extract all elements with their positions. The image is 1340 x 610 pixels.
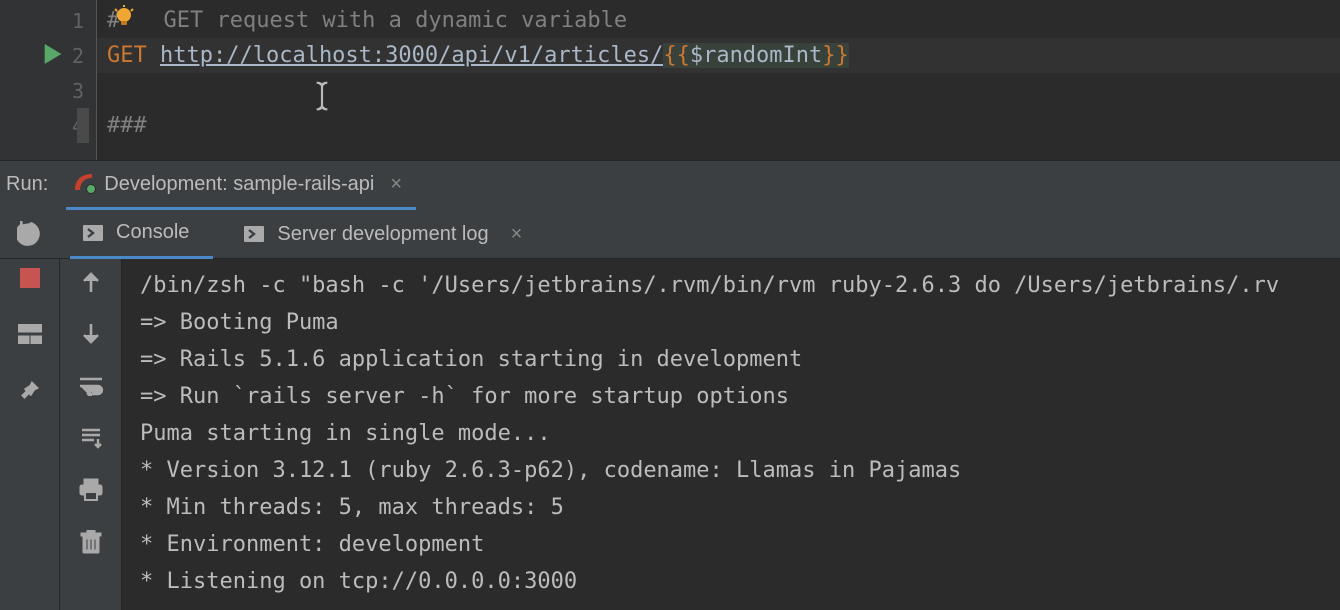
- rails-icon: [72, 170, 96, 200]
- line-number: 1: [72, 9, 84, 33]
- current-line-marker: [77, 108, 89, 143]
- layout-icon[interactable]: [15, 319, 45, 349]
- output-line: Puma starting in single mode...: [140, 415, 1340, 452]
- code-line[interactable]: GET http://localhost:3000/api/v1/article…: [107, 38, 1340, 73]
- up-arrow-icon[interactable]: [76, 267, 106, 297]
- tab-console-label: Console: [116, 221, 189, 244]
- run-config-tab[interactable]: Development: sample-rails-api ×: [66, 163, 416, 210]
- run-header-label: Run:: [6, 173, 66, 196]
- gutter-row[interactable]: 3: [0, 73, 96, 108]
- line-number: 3: [72, 79, 84, 103]
- intention-bulb-icon[interactable]: [112, 5, 136, 29]
- rerun-icon[interactable]: [15, 219, 45, 249]
- gutter-row[interactable]: 2: [0, 38, 96, 73]
- run-tool-window-header: Run: Development: sample-rails-api ×: [0, 160, 1340, 208]
- comment-text: GET request with a dynamic variable: [150, 8, 627, 33]
- tab-console[interactable]: Console: [70, 209, 213, 259]
- run-toolbar: [0, 259, 60, 610]
- console-output[interactable]: /bin/zsh -c "bash -c '/Users/jetbrains/.…: [122, 259, 1340, 610]
- editor-pane: 1 2 3 4 # GET request with a dyn: [0, 0, 1340, 160]
- code-area[interactable]: # GET request with a dynamic variable GE…: [97, 0, 1340, 160]
- tab-server-log[interactable]: Server development log ×: [231, 209, 546, 259]
- soft-wrap-icon[interactable]: [76, 371, 106, 401]
- console-tabs: Console Server development log ×: [0, 208, 1340, 258]
- output-line: * Min threads: 5, max threads: 5: [140, 489, 1340, 526]
- run-tool-window-body: /bin/zsh -c "bash -c '/Users/jetbrains/.…: [0, 258, 1340, 610]
- close-tab-icon[interactable]: ×: [390, 173, 402, 196]
- code-line[interactable]: # GET request with a dynamic variable: [107, 3, 1340, 38]
- output-line: * Environment: development: [140, 526, 1340, 563]
- scroll-to-end-icon[interactable]: [76, 423, 106, 453]
- output-line: * Version 3.12.1 (ruby 2.6.3-p62), coden…: [140, 452, 1340, 489]
- trash-icon[interactable]: [76, 527, 106, 557]
- output-line: => Run `rails server -h` for more startu…: [140, 378, 1340, 415]
- pin-icon[interactable]: [15, 375, 45, 405]
- template-open: {{: [663, 43, 690, 68]
- code-line[interactable]: [107, 73, 1340, 108]
- print-icon[interactable]: [76, 475, 106, 505]
- http-method: GET: [107, 43, 147, 68]
- down-arrow-icon[interactable]: [76, 319, 106, 349]
- run-config-name: Development: sample-rails-api: [104, 173, 374, 196]
- code-line[interactable]: ###: [107, 108, 1340, 143]
- template-var: $randomInt: [690, 43, 822, 68]
- section-marker: ###: [107, 113, 147, 138]
- tab-server-log-label: Server development log: [277, 223, 488, 246]
- template-close: }}: [822, 43, 849, 68]
- console-step-icon: [243, 225, 265, 243]
- output-line: => Booting Puma: [140, 304, 1340, 341]
- close-tab-icon[interactable]: ×: [511, 223, 523, 246]
- run-line-icon[interactable]: [44, 44, 62, 69]
- stop-icon[interactable]: [15, 263, 45, 293]
- gutter-row[interactable]: 1: [0, 3, 96, 38]
- line-number: 2: [72, 44, 84, 68]
- console-step-icon: [82, 224, 104, 242]
- output-line: /bin/zsh -c "bash -c '/Users/jetbrains/.…: [140, 267, 1340, 304]
- output-toolbar: [60, 259, 122, 610]
- http-url: http://localhost:3000/api/v1/articles/: [160, 43, 663, 68]
- output-line: => Rails 5.1.6 application starting in d…: [140, 341, 1340, 378]
- output-line: * Listening on tcp://0.0.0.0:3000: [140, 563, 1340, 600]
